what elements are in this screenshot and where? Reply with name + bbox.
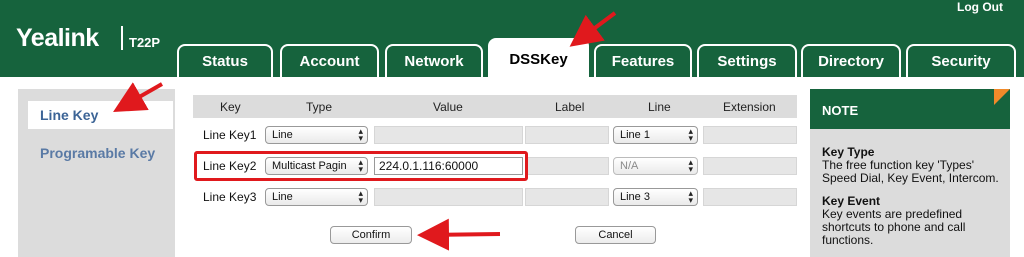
line-select-value: Line 3 (620, 191, 650, 203)
select-arrows-icon: ▴ ▾ (688, 188, 693, 205)
tab-features[interactable]: Features (594, 44, 692, 77)
col-header-extension: Extension (723, 100, 776, 114)
line-select[interactable]: N/A ▴ ▾ (613, 157, 698, 175)
table-header: Key Type Value Label Line Extension (193, 95, 797, 118)
tab-directory[interactable]: Directory (801, 44, 901, 77)
col-header-type: Type (306, 100, 333, 114)
note-text: The free function key 'Types' Speed Dial… (822, 158, 999, 185)
tab-settings[interactable]: Settings (697, 44, 797, 77)
sidebar-item-label: Programable Key (40, 145, 156, 161)
sidebar-item-line-key[interactable]: Line Key (28, 101, 173, 129)
extension-field[interactable] (703, 157, 797, 175)
extension-field[interactable] (703, 126, 797, 144)
row-key-label: Line Key1 (203, 128, 257, 142)
value-field[interactable] (374, 126, 523, 144)
type-select[interactable]: Line ▴ ▾ (265, 188, 368, 206)
note-panel: NOTE Key Type The free function key 'Typ… (810, 89, 1010, 257)
note-title: NOTE (822, 103, 859, 118)
tab-status[interactable]: Status (177, 44, 273, 77)
tab-dsskey[interactable]: DSSKey (488, 38, 589, 78)
tab-security[interactable]: Security (906, 44, 1016, 77)
highlight-box (194, 151, 528, 181)
label-field[interactable] (525, 188, 609, 206)
tab-account[interactable]: Account (280, 44, 379, 77)
sidebar-item-label: Line Key (40, 107, 99, 123)
line-select[interactable]: Line 3 ▴ ▾ (613, 188, 698, 206)
top-header: Yealink T22P Log Out Status Account Netw… (0, 0, 1024, 78)
confirm-button[interactable]: Confirm (330, 226, 412, 244)
label-field[interactable] (525, 157, 609, 175)
line-select[interactable]: Line 1 ▴ ▾ (613, 126, 698, 144)
arrow-to-confirm-icon (417, 218, 501, 251)
col-header-key: Key (220, 100, 241, 114)
note-body: Key Type The free function key 'Types' S… (822, 146, 1008, 247)
col-header-label: Label (555, 100, 585, 114)
left-nav: Line Key Programable Key (18, 89, 175, 257)
cancel-button[interactable]: Cancel (575, 226, 656, 244)
col-header-line: Line (648, 100, 671, 114)
line-select-value: Line 1 (620, 129, 650, 141)
corner-fold-icon (994, 89, 1010, 105)
line-select-value: N/A (620, 160, 639, 172)
row-key-label: Line Key3 (203, 190, 257, 204)
note-header: NOTE (810, 89, 1010, 129)
sidebar-item-programable-key[interactable]: Programable Key (18, 139, 175, 167)
logo-divider (121, 26, 123, 50)
model-label: T22P (129, 35, 161, 50)
col-header-value: Value (433, 100, 463, 114)
select-arrows-icon: ▴ ▾ (688, 126, 693, 143)
select-arrows-icon: ▴ ▾ (688, 157, 693, 174)
select-arrows-icon: ▴ ▾ (358, 188, 363, 205)
logout-link[interactable]: Log Out (957, 0, 1003, 14)
extension-field[interactable] (703, 188, 797, 206)
note-text: Key events are predefined shortcuts to p… (822, 207, 966, 247)
label-field[interactable] (525, 126, 609, 144)
type-select-value: Line (272, 129, 293, 141)
select-arrows-icon: ▴ ▾ (358, 126, 363, 143)
type-select-value: Line (272, 191, 293, 203)
tab-network[interactable]: Network (385, 44, 483, 77)
value-field[interactable] (374, 188, 523, 206)
type-select[interactable]: Line ▴ ▾ (265, 126, 368, 144)
brand-logo: Yealink (16, 24, 99, 52)
